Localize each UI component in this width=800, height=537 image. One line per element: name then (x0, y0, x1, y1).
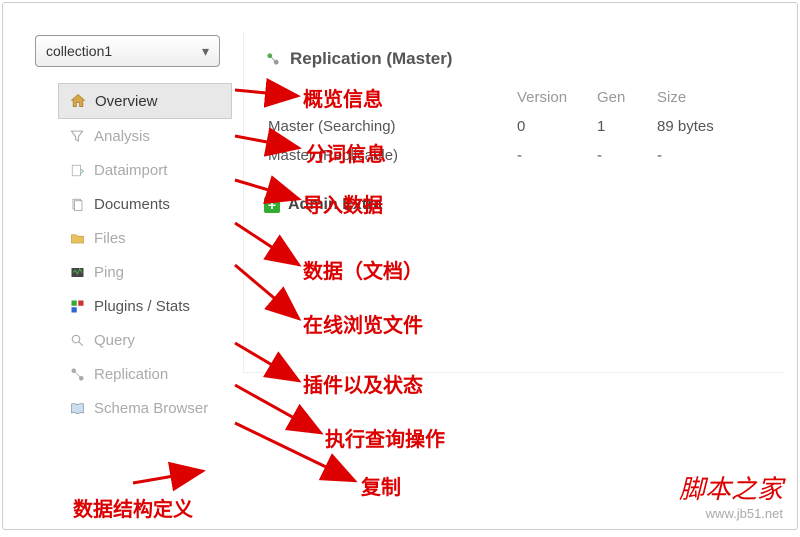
cell-version: - (513, 141, 593, 170)
nav-query[interactable]: Query (58, 323, 232, 357)
nav-plugins[interactable]: Plugins / Stats (58, 289, 232, 323)
nav-label: Ping (94, 264, 124, 281)
plugins-icon (68, 297, 86, 315)
table-row: Master (Searching) 0 1 89 bytes (264, 112, 763, 141)
replication-section-icon (264, 50, 282, 68)
cell-name: Master (Searching) (264, 112, 513, 141)
th-gen: Gen (593, 83, 653, 112)
nav-dataimport[interactable]: Dataimport (58, 153, 232, 187)
th-size: Size (653, 83, 763, 112)
home-icon (69, 92, 87, 110)
nav-documents[interactable]: Documents (58, 187, 232, 221)
nav-ping[interactable]: Ping (58, 255, 232, 289)
dropdown-label: collection1 (46, 43, 112, 59)
collection-dropdown[interactable]: collection1 ▾ (35, 35, 220, 67)
nav-analysis[interactable]: Analysis (58, 119, 232, 153)
watermark-url: www.jb51.net (679, 506, 783, 521)
funnel-icon (68, 127, 86, 145)
anno-replication: 复制 (361, 471, 401, 500)
nav-schema[interactable]: Schema Browser (58, 391, 232, 425)
nav-label: Files (94, 230, 126, 247)
watermark-title: 脚本之家 (679, 469, 783, 506)
cell-gen: - (593, 141, 653, 170)
replication-table: Version Gen Size Master (Searching) 0 1 … (264, 83, 763, 170)
cell-name: Master (Replicable) (264, 141, 513, 170)
table-header: Version Gen Size (264, 83, 763, 112)
nav-replication[interactable]: Replication (58, 357, 232, 391)
cell-size: - (653, 141, 763, 170)
nav-label: Query (94, 332, 135, 349)
search-icon (68, 331, 86, 349)
ping-icon (68, 263, 86, 281)
table-row: Master (Replicable) - - - (264, 141, 763, 170)
book-icon (68, 399, 86, 417)
plus-icon: + (264, 197, 280, 213)
replication-title: Replication (Master) (290, 49, 452, 69)
sidebar: Overview Analysis Dataimport Documents F… (58, 83, 232, 425)
nav-label: Replication (94, 366, 168, 383)
nav-files[interactable]: Files (58, 221, 232, 255)
nav-label: Dataimport (94, 162, 167, 179)
anno-plugins: 插件以及状态 (303, 369, 423, 398)
nav-label: Schema Browser (94, 400, 208, 417)
cell-size: 89 bytes (653, 112, 763, 141)
nav-label: Plugins / Stats (94, 298, 190, 315)
docs-icon (68, 195, 86, 213)
chevron-down-icon: ▾ (202, 43, 209, 60)
cell-gen: 1 (593, 112, 653, 141)
th-version: Version (513, 83, 593, 112)
folder-icon (68, 229, 86, 247)
admin-extra-title: Admin Extra (288, 196, 382, 214)
nav-label: Analysis (94, 128, 150, 145)
import-icon (68, 161, 86, 179)
anno-schema: 数据结构定义 (73, 493, 193, 522)
anno-query: 执行查询操作 (325, 423, 445, 452)
watermark: 脚本之家 www.jb51.net (679, 469, 783, 521)
cell-version: 0 (513, 112, 593, 141)
replication-icon (68, 365, 86, 383)
nav-label: Documents (94, 196, 170, 213)
nav-overview[interactable]: Overview (58, 83, 232, 119)
main-panel: Replication (Master) Version Gen Size Ma… (243, 33, 783, 373)
nav-label: Overview (95, 93, 158, 110)
